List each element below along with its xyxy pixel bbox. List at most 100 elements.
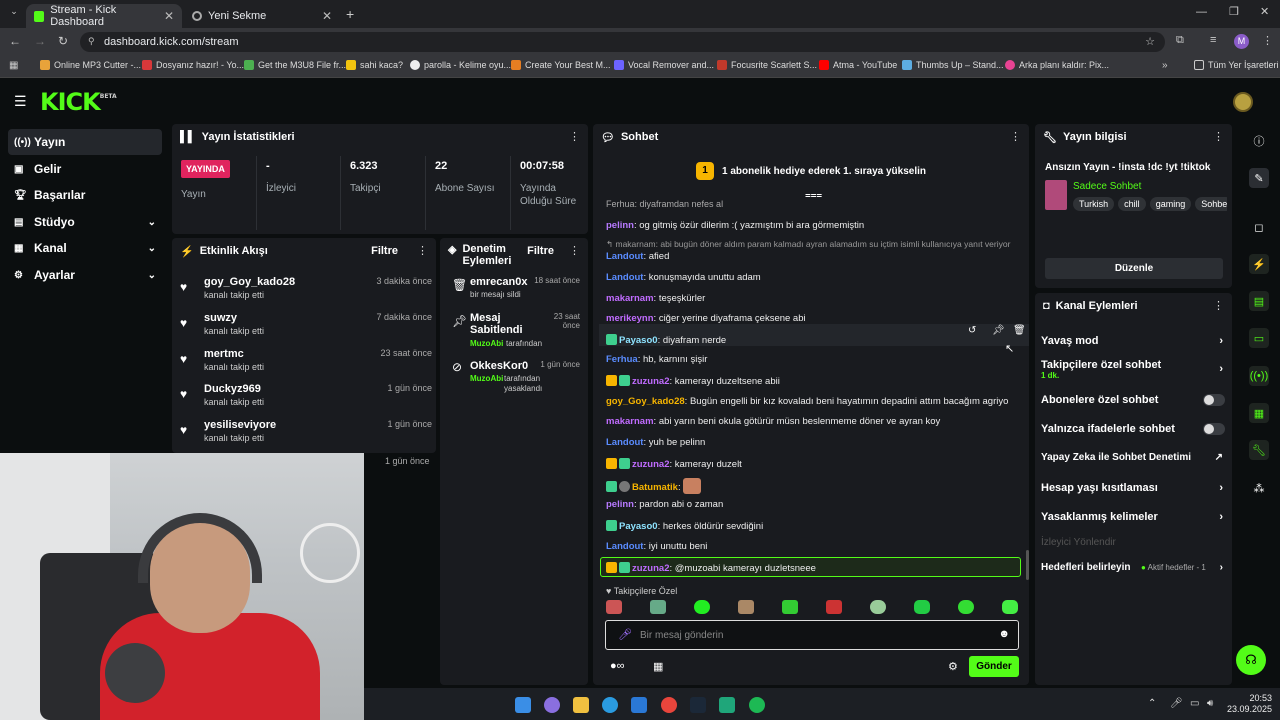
- list-item[interactable]: ♥ Duckyz969 kanalı takip etti 1 gün önce: [180, 383, 432, 419]
- sidebar-item-kanal[interactable]: ▦ Kanal ⌄: [8, 235, 162, 261]
- sidebar-item-gelir[interactable]: ▣ Gelir: [8, 156, 162, 182]
- broadcast-rail-icon[interactable]: ((•)): [1249, 366, 1269, 386]
- chat-message[interactable]: pelinn: pardon abi o zaman: [606, 499, 723, 510]
- more-options-icon[interactable]: ⋮: [417, 244, 428, 257]
- list-item[interactable]: 📌︎ Mesaj Sabitlendi MuzoAbi tarafından 2…: [448, 312, 580, 352]
- emote-icon[interactable]: [738, 600, 754, 614]
- edge-icon[interactable]: [602, 697, 618, 713]
- bookmark-item[interactable]: Focusrite Scarlett S...: [717, 60, 817, 70]
- layout-icon[interactable]: ▦: [1249, 403, 1269, 423]
- capture-icon[interactable]: ◻: [1249, 217, 1269, 237]
- spotify-icon[interactable]: [749, 697, 765, 713]
- support-chat-button[interactable]: ☊: [1236, 645, 1266, 675]
- chat-message[interactable]: makarnam: abi yarın beni okula götürür m…: [606, 416, 940, 427]
- tray-volume-icon[interactable]: 🔊︎: [1207, 698, 1213, 709]
- bolt-rail-icon[interactable]: ⚡: [1249, 254, 1269, 274]
- new-tab-icon[interactable]: +: [346, 6, 354, 22]
- site-info-icon[interactable]: ⚲: [88, 36, 95, 47]
- chat-message[interactable]: zuzuna2: kamerayı duzeltsene abii: [606, 375, 780, 387]
- delete-message-icon[interactable]: 🗑︎: [1013, 325, 1026, 336]
- store-app-icon[interactable]: [631, 697, 647, 713]
- bookmark-item[interactable]: sahi kaca?: [346, 60, 403, 70]
- chat-message-input[interactable]: 🎤︎ Bir mesaj gönderin ☻: [605, 620, 1019, 650]
- emote-icon[interactable]: [870, 600, 886, 614]
- emote-icon[interactable]: [606, 600, 622, 614]
- chat-message[interactable]: makarnam: teşeşkürler: [606, 293, 705, 304]
- list-item[interactable]: ♥ suwzy kanalı takip etti 7 dakika önce: [180, 312, 432, 348]
- wrench-rail-icon[interactable]: 🔧︎: [1249, 440, 1269, 460]
- gift-promo-banner[interactable]: 1 1 abonelik hediye ederek 1. sıraya yük…: [593, 154, 1029, 188]
- steam-icon[interactable]: [690, 697, 706, 713]
- sidebar-item-studyo[interactable]: ▤ Stüdyo ⌄: [8, 209, 162, 235]
- tag-pill[interactable]: Turkish: [1073, 197, 1115, 211]
- chrome-icon[interactable]: [661, 697, 677, 713]
- chat-rail-icon[interactable]: ▭: [1249, 328, 1269, 348]
- followers-only-item[interactable]: Takipçilere özel sohbet 1 dk. ›: [1041, 359, 1227, 380]
- file-explorer-icon[interactable]: [573, 697, 589, 713]
- restore-icon[interactable]: ❐: [1229, 5, 1239, 18]
- chat-message[interactable]: merikeynn: ciğer yerine diyaframa çeksen…: [606, 313, 806, 324]
- tab-kick-dashboard[interactable]: Stream - Kick Dashboard ✕: [26, 4, 182, 28]
- filter-button[interactable]: Filtre: [527, 245, 554, 257]
- sidebar-item-yayin[interactable]: ((•)) Yayın: [8, 129, 162, 155]
- address-input[interactable]: ⚲ dashboard.kick.com/stream ☆: [80, 32, 1165, 52]
- bookmark-star-icon[interactable]: ☆: [1145, 35, 1155, 48]
- chat-message[interactable]: Ferhua: hb, karnını şişir: [606, 354, 707, 365]
- chat-message[interactable]: goy_Goy_kado28: Bugün engelli bir kız ko…: [606, 396, 1008, 407]
- slow-mode-item[interactable]: Yavaş mod ›: [1041, 335, 1227, 347]
- info-icon[interactable]: ⓘ: [1249, 131, 1269, 151]
- add-widget-icon[interactable]: ⁂: [1249, 478, 1269, 498]
- apps-grid-icon[interactable]: ▦: [9, 60, 18, 71]
- account-age-item[interactable]: Hesap yaşı kısıtlaması ›: [1041, 482, 1227, 494]
- emote-icon[interactable]: [650, 600, 666, 614]
- tag-pill[interactable]: Sohbe: [1195, 197, 1227, 211]
- emote-icon[interactable]: [958, 600, 974, 614]
- tray-chevron-icon[interactable]: ⌃: [1148, 698, 1156, 709]
- emotes-only-item[interactable]: Yalnızca ifadelerle sohbet: [1041, 423, 1227, 435]
- tag-pill[interactable]: gaming: [1149, 197, 1192, 211]
- points-icon[interactable]: ●∞: [610, 660, 625, 672]
- close-window-icon[interactable]: ✕: [1260, 5, 1269, 18]
- emote-icon[interactable]: [694, 600, 710, 614]
- bookmark-item[interactable]: Arka planı kaldır: Pix...: [1005, 60, 1109, 70]
- menu-icon[interactable]: ⋮: [1262, 34, 1273, 47]
- extensions-icon[interactable]: ⧉: [1176, 34, 1184, 47]
- chat-message[interactable]: Payaso0: herkes öldürür sevdiğini: [606, 520, 763, 532]
- emote-icon[interactable]: [1002, 600, 1018, 614]
- clipboard-icon[interactable]: ▤: [1249, 291, 1269, 311]
- profile-avatar[interactable]: M: [1234, 34, 1249, 49]
- more-options-icon[interactable]: ⋮: [569, 244, 580, 257]
- chat-message[interactable]: Landout: iyi unuttu beni: [606, 541, 707, 552]
- pin-message-icon[interactable]: 📌︎: [992, 325, 1005, 336]
- sidebar-item-basarilar[interactable]: 🏆︎ Başarılar: [8, 182, 162, 208]
- bookmark-item[interactable]: Online MP3 Cutter -...: [40, 60, 141, 70]
- microphone-icon[interactable]: 🎤︎: [618, 628, 632, 641]
- emote-icon[interactable]: [914, 600, 930, 614]
- chat-message[interactable]: Batumatik:: [606, 478, 702, 494]
- more-options-icon[interactable]: ⋮: [1010, 130, 1021, 143]
- goals-item[interactable]: Hedefleri belirleyin ● Aktif hedefler - 1…: [1041, 562, 1227, 573]
- chat-message[interactable]: Landout: yuh be pelinn: [606, 437, 705, 448]
- send-button[interactable]: Gönder: [969, 656, 1019, 677]
- back-icon[interactable]: ←: [9, 34, 21, 48]
- bookmark-item[interactable]: Dosyanız hazır! - Yo...: [142, 60, 244, 70]
- filter-button[interactable]: Filtre: [371, 245, 398, 257]
- hamburger-menu-icon[interactable]: ☰: [14, 93, 27, 110]
- chat-scrollbar[interactable]: [1026, 550, 1029, 580]
- pinned-toggle-icon[interactable]: ⩶: [805, 190, 822, 201]
- sidebar-item-ayarlar[interactable]: ⚙ Ayarlar ⌄: [8, 262, 162, 288]
- tab-new[interactable]: Yeni Sekme ✕: [184, 4, 340, 28]
- emote-icon[interactable]: [782, 600, 798, 614]
- tray-mic-icon[interactable]: 🎤︎: [1170, 698, 1183, 709]
- close-tab-icon[interactable]: ✕: [164, 9, 174, 23]
- subscribers-only-toggle[interactable]: [1203, 394, 1225, 406]
- clock[interactable]: 20:53 23.09.2025: [1226, 693, 1272, 715]
- user-avatar[interactable]: [1233, 92, 1253, 112]
- kick-logo[interactable]: KICKBETA: [40, 88, 117, 116]
- list-item[interactable]: 🗑︎ emrecan0x bir mesajı sildi 18 saat ön…: [448, 276, 580, 306]
- bookmark-item[interactable]: Atma - YouTube: [819, 60, 897, 70]
- bookmark-item[interactable]: Create Your Best M...: [511, 60, 611, 70]
- chat-message[interactable]: Landout: afied: [606, 251, 669, 262]
- media-icon[interactable]: ≡: [1210, 34, 1216, 46]
- more-options-icon[interactable]: ⋮: [569, 130, 580, 143]
